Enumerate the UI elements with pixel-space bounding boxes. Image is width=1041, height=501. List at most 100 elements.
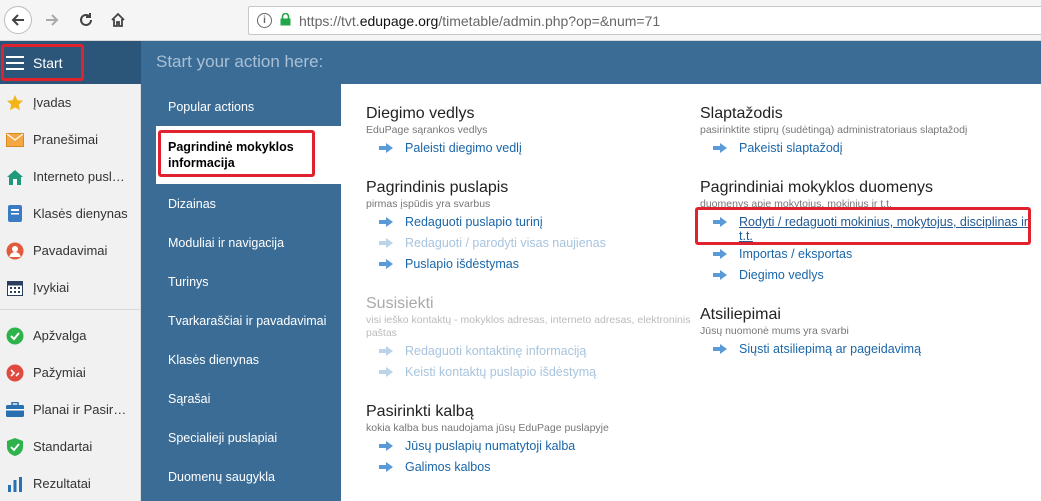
section-susisiekti: Susisiekti visi ieško kontaktų - mokyklo… bbox=[366, 294, 696, 382]
section-pasirinkti-kalba: Pasirinkti kalbą kokia kalba bus naudoja… bbox=[366, 402, 696, 477]
lock-icon bbox=[280, 12, 291, 29]
sidebar-item-label: Pažymiai bbox=[33, 365, 86, 380]
arrow-icon bbox=[713, 344, 727, 354]
calendar-icon bbox=[6, 279, 24, 297]
action-link-disabled: Redaguoti kontaktinę informaciją bbox=[366, 344, 696, 361]
section-subtitle: visi ieško kontaktų - mokyklos adresas, … bbox=[366, 314, 691, 339]
url-scheme: https://tvt. bbox=[299, 12, 360, 29]
sidebar-item-label: Pavadavimai bbox=[33, 243, 108, 258]
action-link[interactable]: Paleisti diegimo vedlį bbox=[366, 141, 696, 158]
sidebar-item-label: Standartai bbox=[33, 439, 93, 454]
action-link-disabled: Keisti kontaktų puslapio išdėstymą bbox=[366, 365, 696, 382]
bar-chart-icon bbox=[6, 475, 24, 493]
section-title: Slaptažodis bbox=[700, 105, 783, 122]
sidebar-item-label: Įvykiai bbox=[33, 280, 70, 295]
action-link[interactable]: Jūsų puslapių numatytoji kalba bbox=[366, 439, 696, 456]
action-link[interactable]: Diegimo vedlys bbox=[700, 268, 1030, 285]
back-button[interactable] bbox=[4, 6, 32, 34]
envelope-icon bbox=[6, 131, 24, 149]
action-link[interactable]: Importas / eksportas bbox=[700, 247, 1030, 264]
sidebar-item-ivykiai[interactable]: Įvykiai bbox=[0, 269, 140, 306]
section-subtitle: pirmas įspūdis yra svarbus bbox=[366, 198, 491, 210]
sidebar-item-pavadavimai[interactable]: Pavadavimai bbox=[0, 232, 140, 269]
content-column-left: Diegimo vedlys EduPage sąrankos vedlys P… bbox=[366, 84, 696, 477]
nav-duomenu-saugykla[interactable]: Duomenų saugykla bbox=[141, 457, 341, 496]
action-link[interactable]: Galimos kalbos bbox=[366, 460, 696, 477]
action-link-disabled: Redaguoti / parodyti visas naujienas bbox=[366, 236, 696, 253]
sidebar-item-label: Interneto pusl… bbox=[33, 169, 125, 184]
arrow-icon bbox=[379, 143, 393, 153]
sidebar-item-label: Apžvalga bbox=[33, 328, 87, 343]
url-path: /timetable/admin.php?op=&num=71 bbox=[438, 12, 661, 29]
section-title: Pasirinkti kalbą bbox=[366, 403, 474, 420]
arrow-icon bbox=[713, 249, 727, 259]
action-link[interactable]: Puslapio išdėstymas bbox=[366, 257, 696, 274]
shield-icon bbox=[6, 437, 24, 456]
nav-moduliai[interactable]: Moduliai ir navigacija bbox=[141, 223, 341, 262]
section-title: Pagrindinis puslapis bbox=[366, 179, 509, 196]
home-button[interactable] bbox=[104, 6, 132, 34]
action-link[interactable]: Siųsti atsiliepimą ar pageidavimą bbox=[700, 342, 1030, 359]
header-title: Start your action here: bbox=[156, 52, 324, 71]
forward-button[interactable] bbox=[38, 6, 66, 34]
nav-specialieji[interactable]: Specialieji puslapiai bbox=[141, 418, 341, 457]
arrow-icon bbox=[379, 462, 393, 472]
sidebar-item-rezultatai[interactable]: Rezultatai bbox=[0, 465, 140, 501]
nav-popular-actions[interactable]: Popular actions bbox=[141, 87, 341, 126]
nav-tvarkarasciai[interactable]: Tvarkaraščiai ir pavadavimai bbox=[141, 301, 341, 340]
section-title: Susisiekti bbox=[366, 295, 434, 312]
sidebar-item-label: Įvadas bbox=[33, 95, 72, 110]
star-icon bbox=[6, 94, 24, 112]
sidebar-item-planai[interactable]: Planai ir Pasir… bbox=[0, 391, 140, 428]
highlight-box bbox=[1, 44, 84, 81]
highlight-box bbox=[695, 207, 1031, 245]
section-subtitle: kokia kalba bus naudojama jūsų EduPage p… bbox=[366, 422, 609, 434]
arrow-icon bbox=[713, 270, 727, 280]
arrow-icon bbox=[379, 259, 393, 269]
arrow-icon bbox=[379, 217, 393, 227]
sidebar-item-ivadas[interactable]: Įvadas bbox=[0, 84, 140, 121]
sidebar-item-pazymiai[interactable]: Pažymiai bbox=[0, 354, 140, 391]
sidebar-item-label: Klasės dienynas bbox=[33, 206, 128, 221]
nav-klases-dienynas[interactable]: Klasės dienynas bbox=[141, 340, 341, 379]
address-bar[interactable]: i https://tvt. edupage.org/timetable/admi… bbox=[248, 6, 1041, 35]
section-title: Pagrindiniai mokyklos duomenys bbox=[700, 179, 933, 196]
nav-sarasai[interactable]: Sąrašai bbox=[141, 379, 341, 418]
arrow-icon bbox=[379, 441, 393, 451]
left-sidebar: Įvadas Pranešimai Interneto pusl… Klasės… bbox=[0, 84, 141, 501]
house-icon bbox=[6, 168, 24, 186]
sidebar-item-standartai[interactable]: Standartai bbox=[0, 428, 140, 465]
sidebar-item-label: Pranešimai bbox=[33, 132, 99, 147]
action-link[interactable]: Redaguoti puslapio turinį bbox=[366, 215, 696, 232]
sidebar-item-apzvalga[interactable]: Apžvalga bbox=[0, 317, 140, 354]
info-icon[interactable]: i bbox=[257, 13, 272, 28]
section-subtitle: pasirinktite stiprų (sudėtingą) administ… bbox=[700, 124, 968, 136]
highlight-box bbox=[158, 130, 315, 177]
reload-button[interactable] bbox=[72, 6, 100, 34]
book-icon bbox=[6, 205, 24, 223]
sidebar-item-label: Rezultatai bbox=[33, 476, 91, 491]
nav-turinys[interactable]: Turinys bbox=[141, 262, 341, 301]
arrow-icon bbox=[379, 238, 393, 248]
action-link[interactable]: Pakeisti slaptažodį bbox=[700, 141, 1030, 158]
arrow-icon bbox=[379, 346, 393, 356]
section-subtitle: Jūsų nuomonė mums yra svarbi bbox=[700, 325, 849, 337]
section-title: Atsiliepimai bbox=[700, 306, 781, 323]
section-subtitle: EduPage sąrankos vedlys bbox=[366, 124, 488, 136]
section-atsiliepimai: Atsiliepimai Jūsų nuomonė mums yra svarb… bbox=[700, 305, 1030, 359]
browser-toolbar: i https://tvt. edupage.org/timetable/admi… bbox=[0, 0, 1041, 41]
nav-dizainas[interactable]: Dizainas bbox=[141, 184, 341, 223]
check-icon bbox=[6, 327, 24, 345]
sidebar-item-klases[interactable]: Klasės dienynas bbox=[0, 195, 140, 232]
main-content: Diegimo vedlys EduPage sąrankos vedlys P… bbox=[341, 84, 1041, 501]
grade-icon bbox=[6, 364, 24, 382]
person-icon bbox=[6, 242, 24, 260]
sidebar-item-interneto[interactable]: Interneto pusl… bbox=[0, 158, 140, 195]
section-slaptazodis: Slaptažodis pasirinktite stiprų (sudėtin… bbox=[700, 104, 1030, 158]
sidebar-item-label: Planai ir Pasir… bbox=[33, 402, 127, 417]
section-diegimo-vedlys: Diegimo vedlys EduPage sąrankos vedlys P… bbox=[366, 104, 696, 158]
app-header: Start Start your action here: bbox=[0, 41, 1041, 84]
url-host: edupage.org bbox=[359, 12, 439, 29]
arrow-icon bbox=[713, 143, 727, 153]
sidebar-item-pranesimai[interactable]: Pranešimai bbox=[0, 121, 140, 158]
